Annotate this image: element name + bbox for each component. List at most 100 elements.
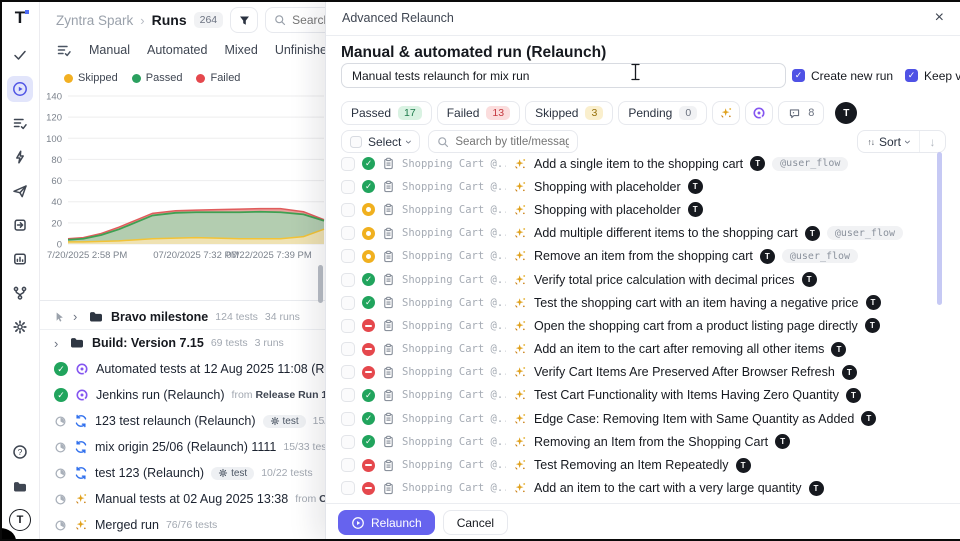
tab-manual[interactable]: Manual — [89, 43, 130, 57]
relaunch-button[interactable]: Relaunch — [338, 510, 435, 535]
checkbox-checked-icon[interactable]: ✓ — [905, 69, 918, 82]
select-all-checkbox[interactable] — [350, 136, 362, 148]
runs-group-row[interactable]: ›Bravo milestone124 tests34 runs — [40, 304, 325, 330]
filter-failed[interactable]: Failed13 — [437, 101, 520, 125]
test-row[interactable]: ✓Shopping Cart @...Verify total price ca… — [341, 268, 941, 291]
sidebar-item-folder[interactable] — [7, 474, 33, 500]
row-checkbox[interactable] — [341, 481, 355, 495]
assignee-avatar[interactable]: T — [802, 272, 817, 287]
assignee-avatar[interactable]: T — [760, 249, 775, 264]
tab-mixed[interactable]: Mixed — [224, 43, 257, 57]
sidebar-item-gear[interactable] — [7, 314, 33, 340]
assignee-avatar[interactable]: T — [846, 388, 861, 403]
run-row[interactable]: test 123 (Relaunch)test10/22 tests — [40, 460, 325, 486]
filter-manual[interactable] — [712, 101, 740, 125]
assignee-avatar[interactable]: T — [831, 342, 846, 357]
assignee-avatar[interactable]: T — [688, 179, 703, 194]
row-checkbox[interactable] — [341, 342, 355, 356]
comments-filter[interactable]: 8 — [778, 101, 824, 125]
filter-button[interactable] — [230, 7, 258, 33]
assignee-avatar[interactable]: T — [809, 481, 824, 496]
breadcrumb-project[interactable]: Zyntra Spark — [56, 13, 133, 28]
test-row[interactable]: Shopping Cart @...Verify Cart Items Are … — [341, 361, 941, 384]
assignee-avatar[interactable]: T — [865, 318, 880, 333]
runs-search-input[interactable] — [292, 13, 325, 27]
row-checkbox[interactable] — [341, 180, 355, 194]
assignee-avatar[interactable]: T — [688, 202, 703, 217]
assignee-avatar[interactable]: T — [866, 295, 881, 310]
test-row[interactable]: Shopping Cart @...Test Removing an Item … — [341, 453, 941, 476]
sort-button[interactable]: ↑↓ Sort › — [858, 131, 919, 152]
test-row[interactable]: Shopping Cart @...Open the shopping cart… — [341, 314, 941, 337]
sidebar-item-inbox-arrow[interactable] — [7, 212, 33, 238]
sidebar-item-check[interactable] — [7, 42, 33, 68]
option-keep-values[interactable]: ✓Keep values? — [905, 69, 960, 83]
sidebar-item-help[interactable]: ? — [7, 439, 33, 465]
filter-skipped[interactable]: Skipped3 — [525, 101, 613, 125]
filter-passed[interactable]: Passed17 — [341, 101, 432, 125]
sidebar-item-flash[interactable] — [7, 144, 33, 170]
close-icon[interactable]: × — [935, 10, 944, 26]
assignee-avatar[interactable]: T — [835, 102, 857, 124]
test-row[interactable]: Shopping Cart @...Add an item to the car… — [341, 477, 941, 500]
select-dropdown[interactable]: Select › — [341, 130, 420, 153]
test-row[interactable]: ✓Shopping Cart @...Shopping with placeho… — [341, 175, 941, 198]
test-row[interactable]: Shopping Cart @...Add multiple different… — [341, 222, 941, 245]
test-row[interactable]: ✓Shopping Cart @...Add a single item to … — [341, 152, 941, 175]
main-scrollbar-thumb[interactable] — [318, 265, 323, 303]
row-checkbox[interactable] — [341, 157, 355, 171]
row-checkbox[interactable] — [341, 412, 355, 426]
filter-pending[interactable]: Pending0 — [618, 101, 707, 125]
tab-automated[interactable]: Automated — [147, 43, 207, 57]
row-checkbox[interactable] — [341, 365, 355, 379]
test-row[interactable]: ✓Shopping Cart @...Test Cart Functionali… — [341, 384, 941, 407]
option-create-new-run[interactable]: ✓Create new run — [792, 69, 893, 83]
runs-search[interactable]: × — [265, 7, 325, 33]
test-row[interactable]: ✓Shopping Cart @...Removing an Item from… — [341, 430, 941, 453]
row-checkbox[interactable] — [341, 249, 355, 263]
run-name-input[interactable] — [341, 63, 786, 88]
sidebar-item-play-circle[interactable] — [7, 76, 33, 102]
assignee-avatar[interactable]: T — [842, 365, 857, 380]
run-row[interactable]: 123 test relaunch (Relaunch)test15/23 te… — [40, 408, 325, 434]
run-row[interactable]: mix origin 25/06 (Relaunch) 111115/33 te… — [40, 434, 325, 460]
run-row[interactable]: ✓Automated tests at 12 Aug 2025 11:08 (R… — [40, 356, 325, 382]
sidebar-item-report[interactable] — [7, 246, 33, 272]
tab-unfinished[interactable]: Unfinished — [275, 43, 325, 57]
tests-search-input[interactable] — [455, 136, 569, 148]
test-row[interactable]: ✓Shopping Cart @...Edge Case: Removing I… — [341, 407, 941, 430]
sidebar-item-branch[interactable] — [7, 280, 33, 306]
test-row[interactable]: Shopping Cart @...Shopping with placehol… — [341, 198, 941, 221]
cancel-button[interactable]: Cancel — [443, 510, 508, 535]
sidebar-item-list-check[interactable] — [7, 110, 33, 136]
chevron-right-icon[interactable]: › — [73, 309, 81, 324]
app-logo[interactable]: T — [10, 8, 30, 28]
run-row[interactable]: Merged run76/76 tests — [40, 512, 325, 538]
checkbox-checked-icon[interactable]: ✓ — [792, 69, 805, 82]
assignee-avatar[interactable]: T — [861, 411, 876, 426]
assignee-avatar[interactable]: T — [750, 156, 765, 171]
tests-search[interactable] — [428, 130, 578, 153]
test-row[interactable]: Shopping Cart @...Remove an item from th… — [341, 245, 941, 268]
assignee-avatar[interactable]: T — [736, 458, 751, 473]
row-checkbox[interactable] — [341, 435, 355, 449]
assignee-avatar[interactable]: T — [805, 226, 820, 241]
row-checkbox[interactable] — [341, 273, 355, 287]
test-row[interactable]: ✓Shopping Cart @...Test the shopping car… — [341, 291, 941, 314]
download-button[interactable]: ↓ — [919, 131, 945, 152]
chevron-right-icon[interactable]: › — [54, 336, 62, 351]
user-avatar[interactable]: T — [9, 509, 31, 531]
row-checkbox[interactable] — [341, 458, 355, 472]
modal-scrollbar-thumb[interactable] — [937, 152, 942, 305]
row-checkbox[interactable] — [341, 319, 355, 333]
row-checkbox[interactable] — [341, 226, 355, 240]
row-checkbox[interactable] — [341, 296, 355, 310]
test-row[interactable]: Shopping Cart @...Add an item to the car… — [341, 338, 941, 361]
filter-automated[interactable] — [745, 101, 773, 125]
row-checkbox[interactable] — [341, 203, 355, 217]
sidebar-item-plane[interactable] — [7, 178, 33, 204]
row-checkbox[interactable] — [341, 388, 355, 402]
assignee-avatar[interactable]: T — [775, 434, 790, 449]
run-row[interactable]: Manual tests at 02 Aug 2025 13:38from Cu… — [40, 486, 325, 512]
runs-group-row[interactable]: ›Build: Version 7.1569 tests3 runs — [40, 330, 325, 356]
